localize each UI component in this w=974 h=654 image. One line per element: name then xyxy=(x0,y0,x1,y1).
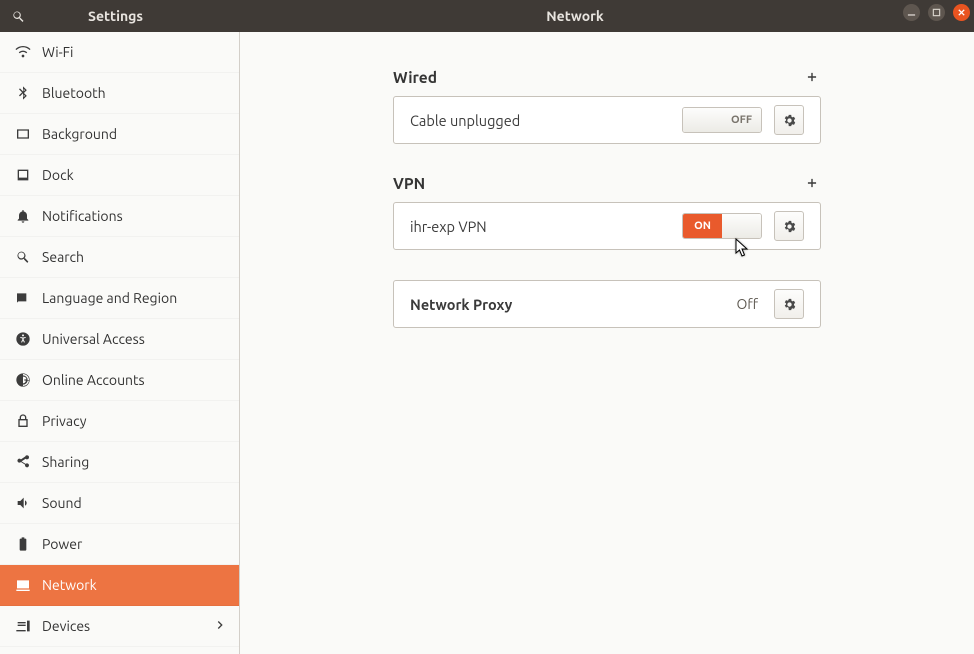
add-wired-button[interactable] xyxy=(803,68,821,86)
sidebar-item-label: Online Accounts xyxy=(42,372,227,388)
background-icon xyxy=(14,125,32,143)
section-wired: Wired Cable unplugged OFF xyxy=(393,68,821,144)
maximize-button[interactable] xyxy=(928,4,945,21)
wifi-icon xyxy=(14,43,32,61)
wired-toggle[interactable]: OFF xyxy=(682,107,762,133)
proxy-status: Off xyxy=(736,296,758,312)
titlebar: Settings Network xyxy=(0,0,974,32)
sidebar-item-label: Universal Access xyxy=(42,331,227,347)
sidebar-item-label: Power xyxy=(42,536,227,552)
wired-connection-row: Cable unplugged OFF xyxy=(394,97,820,143)
sidebar-item-label: Privacy xyxy=(42,413,227,429)
sidebar-item-label: Bluetooth xyxy=(42,85,227,101)
section-title-wired: Wired xyxy=(393,69,437,86)
sidebar-item-wifi[interactable]: Wi-Fi xyxy=(0,32,239,73)
sidebar-item-search[interactable]: Search xyxy=(0,237,239,278)
wired-settings-button[interactable] xyxy=(774,105,804,135)
sidebar-item-notifications[interactable]: Notifications xyxy=(0,196,239,237)
sidebar-item-label: Network xyxy=(42,577,227,593)
language-icon xyxy=(14,289,32,307)
sidebar-item-label: Dock xyxy=(42,167,227,183)
sidebar-item-dock[interactable]: Dock xyxy=(0,155,239,196)
sidebar-item-background[interactable]: Background xyxy=(0,114,239,155)
header-search-button[interactable] xyxy=(0,0,36,32)
vpn-connection-name: ihr-exp VPN xyxy=(410,218,670,235)
sidebar-item-sound[interactable]: Sound xyxy=(0,483,239,524)
sidebar-item-label: Language and Region xyxy=(42,290,227,306)
maximize-icon xyxy=(932,8,941,17)
section-vpn: VPN ihr-exp VPN ON xyxy=(393,174,821,250)
sidebar-item-label: Background xyxy=(42,126,227,142)
section-title-vpn: VPN xyxy=(393,175,425,192)
sidebar-item-universal-access[interactable]: Universal Access xyxy=(0,319,239,360)
wired-status: Cable unplugged xyxy=(410,112,670,129)
plus-icon xyxy=(805,176,819,190)
gear-icon xyxy=(782,219,797,234)
bell-icon xyxy=(14,207,32,225)
proxy-title: Network Proxy xyxy=(410,296,724,313)
gear-icon xyxy=(782,297,797,312)
gear-icon xyxy=(782,113,797,128)
bluetooth-icon xyxy=(14,84,32,102)
toggle-on-label: ON xyxy=(683,214,722,238)
network-icon xyxy=(14,576,32,594)
power-icon xyxy=(14,535,32,553)
minimize-icon xyxy=(907,8,916,17)
vpn-settings-button[interactable] xyxy=(774,211,804,241)
speaker-icon xyxy=(14,494,32,512)
search-icon xyxy=(11,9,26,24)
sidebar-item-label: Sharing xyxy=(42,454,227,470)
proxy-row: Network Proxy Off xyxy=(394,281,820,327)
section-proxy: Network Proxy Off xyxy=(393,280,821,328)
add-vpn-button[interactable] xyxy=(803,174,821,192)
close-button[interactable] xyxy=(953,4,970,21)
sidebar-item-power[interactable]: Power xyxy=(0,524,239,565)
sidebar-item-language[interactable]: Language and Region xyxy=(0,278,239,319)
sidebar-item-label: Search xyxy=(42,249,227,265)
dock-icon xyxy=(14,166,32,184)
close-icon xyxy=(957,8,966,17)
devices-icon xyxy=(14,617,32,635)
sidebar-item-sharing[interactable]: Sharing xyxy=(0,442,239,483)
sidebar-item-label: Sound xyxy=(42,495,227,511)
accessibility-icon xyxy=(14,330,32,348)
app-title: Settings xyxy=(36,8,143,24)
minimize-button[interactable] xyxy=(903,4,920,21)
main-panel: Wired Cable unplugged OFF xyxy=(240,32,974,654)
sidebar-item-label: Wi-Fi xyxy=(42,44,227,60)
sidebar-item-network[interactable]: Network xyxy=(0,565,239,606)
window-title: Network xyxy=(240,0,910,32)
sidebar: Wi-Fi Bluetooth Background Dock Notifica xyxy=(0,32,240,654)
sidebar-item-label: Notifications xyxy=(42,208,227,224)
share-icon xyxy=(14,453,32,471)
search-icon xyxy=(14,248,32,266)
chevron-right-icon xyxy=(213,618,227,635)
sidebar-item-devices[interactable]: Devices xyxy=(0,606,239,647)
vpn-connection-row: ihr-exp VPN ON xyxy=(394,203,820,249)
vpn-toggle[interactable]: ON xyxy=(682,213,762,239)
sidebar-item-privacy[interactable]: Privacy xyxy=(0,401,239,442)
privacy-icon xyxy=(14,412,32,430)
online-accounts-icon xyxy=(14,371,32,389)
sidebar-item-label: Devices xyxy=(42,618,213,634)
proxy-settings-button[interactable] xyxy=(774,289,804,319)
toggle-off-label: OFF xyxy=(722,108,761,132)
sidebar-item-bluetooth[interactable]: Bluetooth xyxy=(0,73,239,114)
sidebar-item-online-accounts[interactable]: Online Accounts xyxy=(0,360,239,401)
plus-icon xyxy=(805,70,819,84)
